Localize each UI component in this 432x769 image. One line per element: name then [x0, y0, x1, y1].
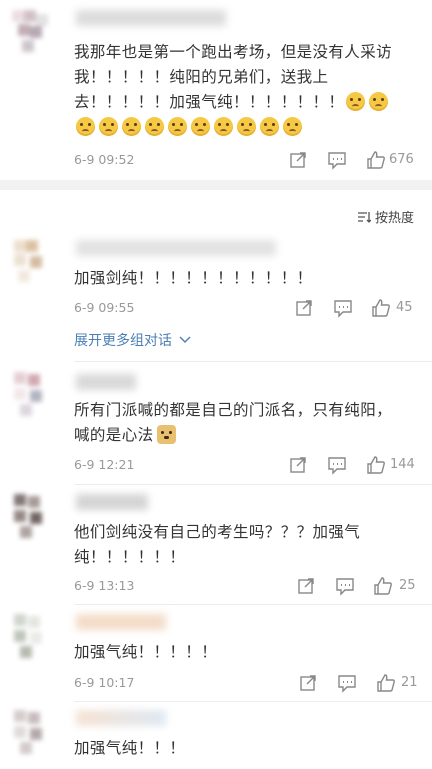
reply-icon[interactable] — [333, 298, 353, 318]
sad-face-emoji — [214, 117, 233, 136]
comment-text: 加强气纯！！！！！ — [74, 643, 218, 661]
reply-icon[interactable] — [327, 455, 347, 475]
sad-face-emoji — [369, 92, 389, 111]
avatar[interactable] — [8, 494, 46, 540]
username-blurred[interactable] — [76, 10, 226, 26]
username-blurred[interactable] — [76, 710, 166, 726]
reply-icon[interactable] — [337, 673, 357, 693]
sort-by-hot-button[interactable]: 按热度 — [357, 207, 414, 228]
comment-meta: 6-9 12:21 144 — [74, 453, 419, 477]
sad-face-emoji — [237, 117, 256, 136]
sad-face-emoji — [260, 117, 279, 136]
expand-label: 展开更多组对话 — [74, 333, 172, 349]
comment-text: 加强气纯！！！ — [74, 739, 186, 757]
divider — [74, 604, 432, 605]
doge-emoji — [156, 425, 176, 444]
timestamp: 6-9 13:13 — [74, 578, 135, 593]
avatar[interactable] — [8, 614, 46, 660]
sad-face-emoji — [145, 117, 164, 136]
sad-face-emoji — [346, 92, 366, 111]
avatar[interactable] — [8, 710, 46, 756]
like-count: 144 — [390, 457, 415, 472]
expand-conversation-link[interactable]: 展开更多组对话 — [74, 330, 191, 350]
reply-icon[interactable] — [335, 576, 355, 596]
comment-text: 加强剑纯！！！！！！！！！！！ — [74, 269, 313, 287]
sad-face-emoji — [99, 117, 118, 136]
share-icon[interactable] — [296, 576, 316, 596]
comment-text: 我那年也是第一个跑出考场，但是没有人采访我！！！！！纯阳的兄弟们，送我上去！！！… — [74, 40, 404, 140]
comment-meta: 6-9 09:52 676 — [74, 148, 419, 172]
timestamp: 6-9 09:55 — [74, 300, 135, 315]
avatar[interactable] — [8, 240, 46, 286]
like-icon[interactable] — [376, 673, 396, 693]
divider — [74, 361, 432, 362]
like-icon[interactable] — [366, 150, 386, 170]
timestamp: 6-9 10:17 — [74, 675, 135, 690]
like-count: 676 — [389, 152, 414, 167]
sad-face-emoji — [168, 117, 187, 136]
avatar[interactable] — [8, 10, 48, 56]
sad-face-emoji — [76, 117, 95, 136]
like-icon[interactable] — [373, 576, 393, 596]
comment-meta: 6-9 10:17 21 — [74, 671, 419, 695]
sort-icon — [357, 210, 372, 228]
share-icon[interactable] — [288, 150, 308, 170]
sad-face-emoji — [191, 117, 210, 136]
divider — [74, 701, 432, 702]
like-count: 25 — [399, 578, 416, 593]
username-blurred[interactable] — [76, 614, 166, 630]
comment-text: 所有门派喊的都是自己的门派名，只有纯阳，喊的是心法 — [74, 401, 393, 444]
sad-face-emoji — [283, 117, 302, 136]
divider — [74, 484, 432, 485]
sad-face-emoji — [122, 117, 141, 136]
username-blurred[interactable] — [76, 374, 136, 390]
avatar[interactable] — [8, 372, 46, 418]
like-icon[interactable] — [371, 298, 391, 318]
reply-icon[interactable] — [327, 150, 347, 170]
comment-meta: 6-9 09:55 45 — [74, 296, 419, 320]
sort-label: 按热度 — [374, 211, 414, 226]
chevron-down-icon — [179, 332, 191, 348]
timestamp: 6-9 09:52 — [74, 152, 135, 167]
like-count: 21 — [401, 675, 418, 690]
username-blurred[interactable] — [76, 494, 148, 510]
like-icon[interactable] — [366, 455, 386, 475]
share-icon[interactable] — [288, 455, 308, 475]
like-count: 45 — [396, 300, 413, 315]
section-separator — [0, 180, 432, 190]
share-icon[interactable] — [298, 673, 318, 693]
timestamp: 6-9 12:21 — [74, 457, 135, 472]
comment-meta: 6-9 13:13 25 — [74, 574, 419, 598]
username-blurred[interactable] — [76, 240, 276, 256]
share-icon[interactable] — [294, 298, 314, 318]
comment-text: 他们剑纯没有自己的考生吗？？？加强气纯！！！！！！ — [74, 523, 361, 566]
